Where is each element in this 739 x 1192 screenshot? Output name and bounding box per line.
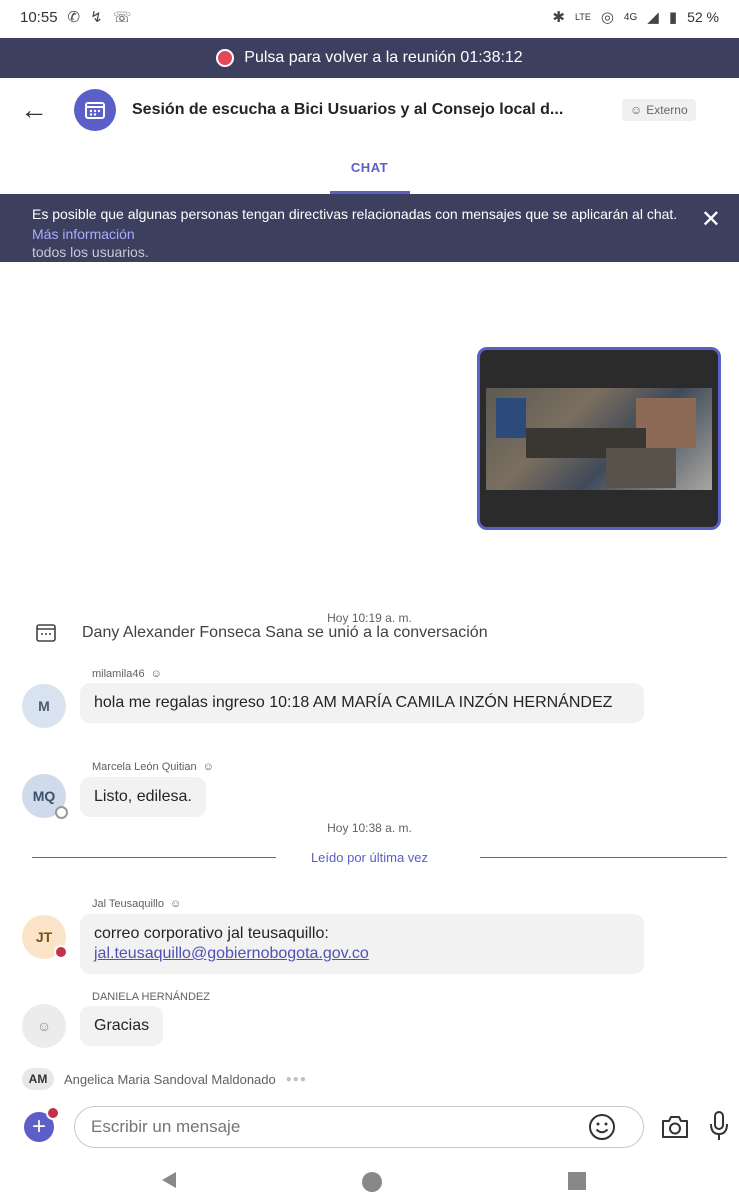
last-read-label: Leído por última vez (310, 850, 429, 865)
plus-icon: + (31, 1113, 46, 1140)
avatar[interactable]: MQ (22, 774, 68, 819)
avatar-initials: MQ (32, 788, 56, 804)
avatar-initials: JT (35, 929, 53, 945)
typing-avatar: AM (22, 1068, 54, 1090)
status-bar: 10:55 ✆ ↯ ☏ ✱ LTE ◎ 4G ◢ ▮ 52 % (0, 0, 739, 34)
external-users-icon: ☺ (630, 103, 643, 117)
image-attachment[interactable] (477, 347, 721, 530)
microphone-icon[interactable] (708, 1110, 730, 1142)
external-user-icon: ☺ (202, 761, 214, 773)
signal-icon: ◢ (647, 9, 659, 26)
typing-indicator: AM Angelica Maria Sandoval Maldonado ●●● (22, 1068, 307, 1090)
recording-icon (216, 49, 235, 67)
whatsapp-icon: ✆ (67, 9, 81, 26)
email-link[interactable]: jal.teusaquillo@gobiernobogota.gov.co (94, 945, 369, 962)
message-sender: Jal Teusaquillo ☺ (92, 898, 181, 910)
camera-icon[interactable] (660, 1114, 690, 1140)
time-separator: Hoy 10:19 a. m. (327, 611, 412, 625)
chat-title[interactable]: Sesión de escucha a Bici Usuarios y al C… (132, 101, 612, 119)
notification-dot (46, 1106, 60, 1120)
message-input[interactable] (74, 1106, 644, 1148)
battery-icon: ▮ (668, 9, 678, 26)
sender-name: Marcela León Quitian (92, 761, 197, 773)
policy-text: Es posible que algunas personas tengan d… (32, 206, 678, 222)
external-badge-label: Externo (646, 103, 688, 117)
message-bubble[interactable]: Gracias (80, 1006, 164, 1046)
tab-chat[interactable]: CHAT (329, 150, 410, 194)
external-user-icon: ☺ (150, 668, 162, 680)
volte-indicator: LTE (574, 12, 591, 22)
avatar[interactable]: JT (22, 915, 68, 959)
emoji-icon[interactable] (588, 1113, 616, 1141)
presence-offline-icon (55, 806, 68, 819)
avatar[interactable]: ☺ (22, 1004, 66, 1048)
return-to-meeting-banner[interactable]: Pulsa para volver a la reunión 01:38:12 (0, 38, 739, 78)
nav-recents-icon[interactable] (568, 1172, 586, 1190)
message-sender: DANIELA HERNÁNDEZ (92, 991, 210, 1003)
network-type: 4G (623, 11, 638, 23)
nav-home-icon[interactable] (362, 1172, 382, 1192)
external-badge: ☺ Externo (622, 99, 696, 121)
avatar[interactable]: M (22, 684, 66, 728)
close-icon[interactable]: ✕ (701, 208, 721, 232)
calendar-icon (36, 624, 56, 642)
more-info-link[interactable]: Más información (32, 226, 135, 242)
typing-dots-icon: ●●● (285, 1073, 307, 1085)
external-user-icon: ☺ (169, 898, 182, 910)
policy-overflow-text: todos los usuarios. (32, 244, 149, 260)
add-attachment-button[interactable]: + (24, 1106, 60, 1142)
bluetooth-icon: ✱ (552, 9, 565, 26)
meeting-photo (486, 388, 712, 490)
message-sender: milamila46 ☺ (92, 668, 162, 680)
tab-bar: CHAT (0, 150, 739, 194)
system-navigation-bar (0, 1160, 739, 1192)
time-separator: Hoy 10:38 a. m. (327, 821, 412, 835)
person-icon: ☺ (36, 1018, 52, 1034)
message-bubble[interactable]: correo corporativo jal teusaquillo: jal.… (80, 914, 644, 974)
typing-name: Angelica Maria Sandoval Maldonado (64, 1071, 276, 1087)
battery-level: 52 % (687, 9, 719, 25)
system-message-text: Dany Alexander Fonseca Sana se unió a la… (82, 624, 488, 641)
message-bubble[interactable]: Listo, edilesa. (80, 777, 206, 817)
sender-name: Jal Teusaquillo (92, 898, 164, 910)
status-time: 10:55 (20, 8, 58, 26)
presence-busy-icon (54, 945, 68, 959)
message-bubble[interactable]: hola me regalas ingreso 10:18 AM MARÍA C… (80, 683, 644, 723)
message-text: correo corporativo jal teusaquillo: (94, 925, 329, 942)
policy-banner: Es posible que algunas personas tengan d… (0, 194, 739, 262)
chat-header: ← Sesión de escucha a Bici Usuarios y al… (0, 80, 739, 140)
back-arrow-icon[interactable]: ← (20, 94, 60, 126)
message-sender: Marcela León Quitian ☺ (92, 761, 214, 773)
system-message: Dany Alexander Fonseca Sana se unió a la… (36, 624, 488, 642)
meeting-calendar-icon[interactable] (74, 89, 116, 131)
meeting-banner-text: Pulsa para volver a la reunión 01:38:12 (244, 49, 523, 66)
missed-call-icon: ↯ (90, 9, 103, 26)
hotspot-icon: ◎ (600, 9, 614, 26)
phone-icon: ☏ (112, 9, 132, 26)
sender-name: milamila46 (92, 668, 145, 680)
nav-back-icon[interactable] (162, 1172, 176, 1188)
